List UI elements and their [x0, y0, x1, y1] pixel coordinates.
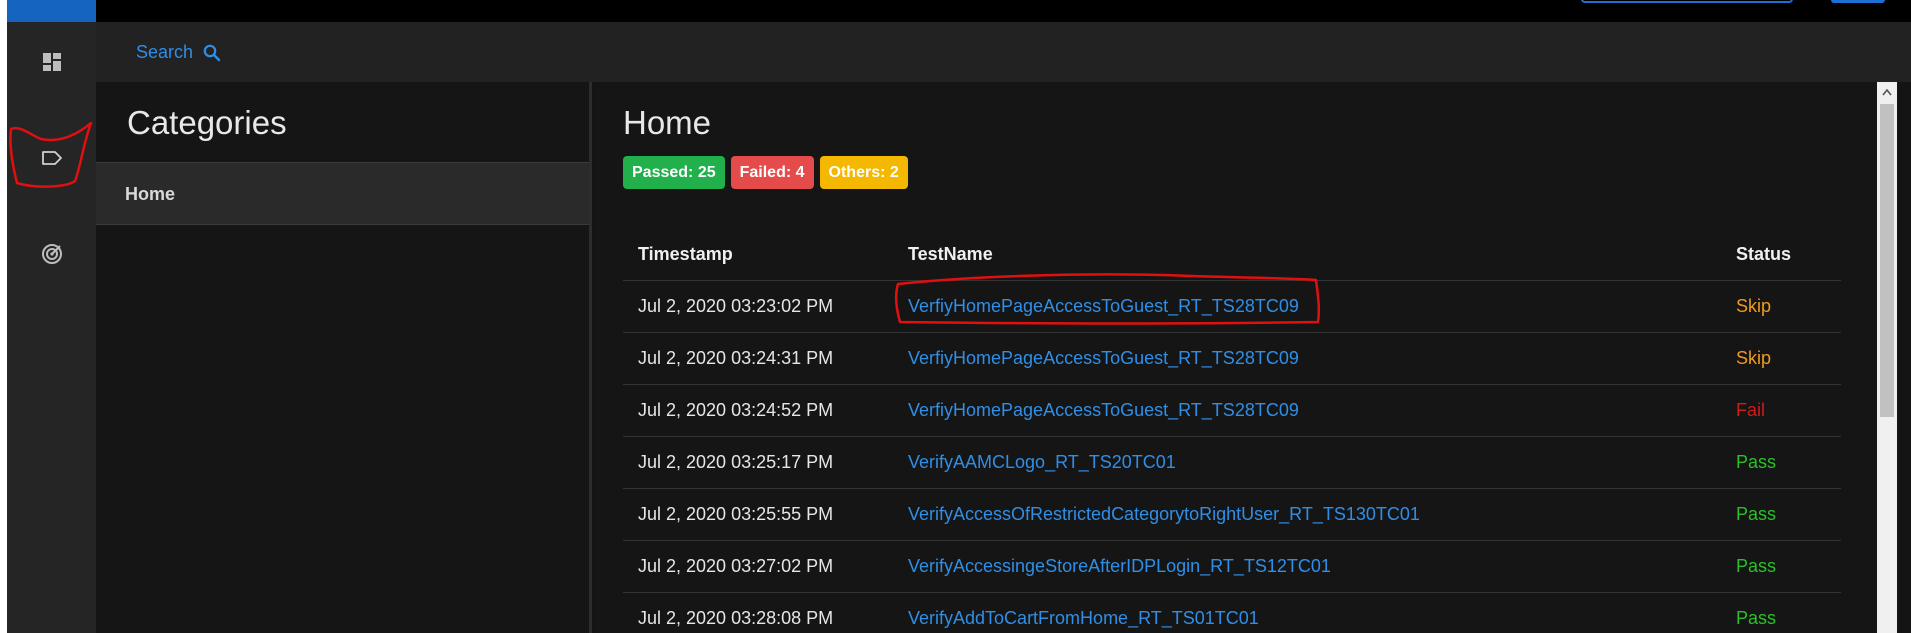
top-bar: [7, 0, 1911, 22]
status-pass: Pass: [1721, 488, 1841, 541]
table-row: Jul 2, 2020 03:28:08 PM VerifyAddToCartF…: [623, 592, 1841, 633]
search-bar: Search: [96, 22, 1911, 82]
category-detail: Home Passed: 25 Failed: 4 Others: 2 Time…: [595, 82, 1877, 633]
scroll-up-arrow-icon[interactable]: [1877, 82, 1897, 102]
categories-title: Categories: [127, 104, 287, 141]
results-table: Timestamp TestName Status Jul 2, 2020 03…: [623, 230, 1841, 633]
category-item-label: Home: [125, 184, 176, 204]
table-row: Jul 2, 2020 03:27:02 PM VerifyAccessinge…: [623, 540, 1841, 593]
rail-item-exceptions[interactable]: [7, 226, 96, 282]
column-header-timestamp: Timestamp: [623, 230, 893, 281]
search-label: Search: [136, 42, 194, 62]
table-row: Jul 2, 2020 03:24:31 PM VerfiyHomePageAc…: [623, 332, 1841, 385]
status-skip: Skip: [1721, 280, 1841, 333]
table-row: Jul 2, 2020 03:24:52 PM VerfiyHomePageAc…: [623, 384, 1841, 437]
column-header-testname: TestName: [893, 230, 1721, 281]
others-badge: Others: 2: [819, 156, 908, 189]
table-row: Jul 2, 2020 03:25:17 PM VerifyAAMCLogo_R…: [623, 436, 1841, 489]
test-name-link[interactable]: VerifyAddToCartFromHome_RT_TS01TC01: [893, 592, 1721, 633]
top-bar-button-secondary[interactable]: [1831, 0, 1885, 3]
test-name-link[interactable]: VerifyAccessingeStoreAfterIDPLogin_RT_TS…: [893, 540, 1721, 593]
page-title: Home: [623, 104, 712, 141]
row-timestamp: Jul 2, 2020 03:23:02 PM: [623, 280, 893, 333]
status-fail: Fail: [1721, 384, 1841, 437]
test-name-link[interactable]: VerfiyHomePageAccessToGuest_RT_TS28TC09: [893, 280, 1721, 333]
row-timestamp: Jul 2, 2020 03:27:02 PM: [623, 540, 893, 593]
status-badges: Passed: 25 Failed: 4 Others: 2: [623, 156, 908, 189]
screenshot-frame: Search Categories Home Home Passed: 25 F…: [0, 0, 1911, 633]
search-icon: [203, 44, 221, 61]
passed-badge: Passed: 25: [623, 156, 725, 189]
left-nav-rail: [7, 22, 96, 633]
status-pass: Pass: [1721, 540, 1841, 593]
tag-icon: [41, 151, 62, 165]
table-row: Jul 2, 2020 03:25:55 PM VerifyAccessOfRe…: [623, 488, 1841, 541]
scrollbar-thumb[interactable]: [1880, 104, 1894, 417]
status-pass: Pass: [1721, 592, 1841, 633]
status-skip: Skip: [1721, 332, 1841, 385]
radar-icon: [41, 244, 62, 264]
row-timestamp: Jul 2, 2020 03:24:52 PM: [623, 384, 893, 437]
row-timestamp: Jul 2, 2020 03:25:17 PM: [623, 436, 893, 489]
vertical-scrollbar[interactable]: [1877, 82, 1897, 633]
brand-block: [7, 0, 96, 22]
table-row: Jul 2, 2020 03:23:02 PM VerfiyHomePageAc…: [623, 280, 1841, 333]
categories-panel: Categories Home: [96, 82, 592, 633]
failed-badge: Failed: 4: [730, 156, 814, 189]
table-header-row: Timestamp TestName Status: [623, 230, 1841, 281]
column-header-status: Status: [1721, 230, 1841, 281]
test-name-link[interactable]: VerifyAAMCLogo_RT_TS20TC01: [893, 436, 1721, 489]
row-timestamp: Jul 2, 2020 03:24:31 PM: [623, 332, 893, 385]
status-pass: Pass: [1721, 436, 1841, 489]
test-name-link[interactable]: VerfiyHomePageAccessToGuest_RT_TS28TC09: [893, 332, 1721, 385]
row-timestamp: Jul 2, 2020 03:25:55 PM: [623, 488, 893, 541]
search-toggle[interactable]: Search: [136, 42, 221, 63]
test-name-link[interactable]: VerfiyHomePageAccessToGuest_RT_TS28TC09: [893, 384, 1721, 437]
app-window: Search Categories Home Home Passed: 25 F…: [7, 0, 1911, 633]
category-item-home[interactable]: Home: [96, 163, 589, 225]
top-bar-button[interactable]: [1581, 0, 1793, 3]
rail-item-dashboard[interactable]: [7, 34, 96, 90]
row-timestamp: Jul 2, 2020 03:28:08 PM: [623, 592, 893, 633]
dashboard-icon: [42, 53, 61, 71]
rail-item-tags[interactable]: [7, 130, 96, 186]
test-name-link[interactable]: VerifyAccessOfRestrictedCategorytoRightU…: [893, 488, 1721, 541]
